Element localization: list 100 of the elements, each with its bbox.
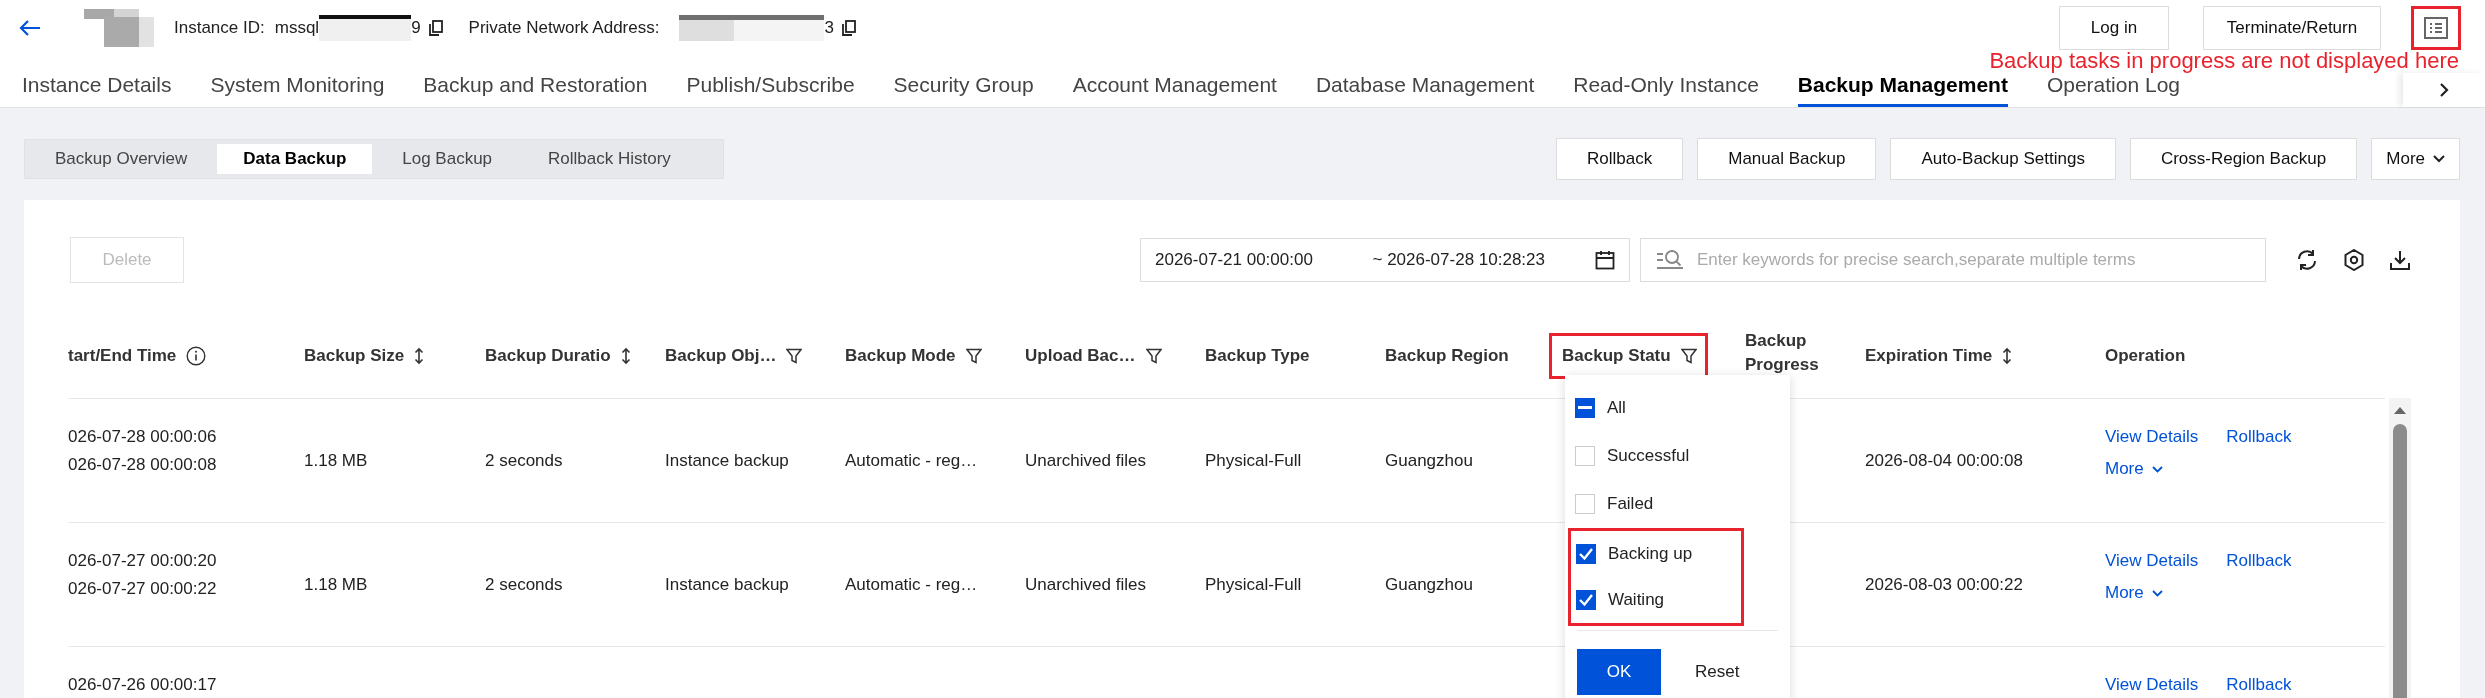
tab[interactable]: Account Management — [1072, 73, 1277, 107]
tab[interactable]: Database Management — [1315, 73, 1535, 107]
chevron-down-icon — [2151, 465, 2163, 473]
table-cell: 1.18 MB — [304, 450, 368, 471]
table-cell: 2 seconds — [485, 450, 563, 471]
filter-icon[interactable] — [1145, 347, 1162, 364]
check-icon — [1578, 547, 1594, 561]
address-label: Private Network Address: — [468, 17, 660, 38]
tab[interactable]: Publish/Subscribe — [686, 73, 855, 107]
option-label[interactable]: Successful — [1607, 446, 1690, 466]
column-header: Upload Bac… — [1025, 345, 1136, 366]
sort-icon[interactable] — [2002, 346, 2013, 365]
checkbox[interactable] — [1575, 398, 1595, 418]
more-link[interactable]: More — [2105, 583, 2163, 603]
column-header: Backup Size — [304, 345, 405, 366]
row-link[interactable]: View Details — [2105, 675, 2199, 695]
filter-icon[interactable] — [1680, 347, 1697, 364]
table-cell: Guangzhou — [1385, 450, 1473, 471]
reset-button[interactable]: Reset — [1689, 661, 1746, 683]
header-button[interactable]: Log in — [2059, 5, 2169, 50]
option-label[interactable]: Backing up — [1608, 544, 1693, 564]
tab[interactable]: Security Group — [893, 73, 1034, 107]
table-cell: 2026-08-04 00:00:08 — [1865, 450, 2023, 471]
row-link[interactable]: View Details — [2105, 427, 2199, 447]
filter-option[interactable]: Failed — [1565, 480, 1790, 528]
option-label[interactable]: Failed — [1607, 494, 1654, 514]
chevron-down-icon — [2433, 155, 2445, 163]
tab[interactable]: Read-Only Instance — [1573, 73, 1759, 107]
checkbox[interactable] — [1576, 544, 1596, 564]
table-cell: Instance backup — [665, 450, 789, 471]
column-header: Backup Type — [1205, 345, 1310, 366]
checkbox[interactable] — [1576, 590, 1596, 610]
column-header: Backup Region — [1385, 345, 1509, 366]
sub-tab[interactable]: Rollback History — [522, 144, 697, 174]
copy-icon[interactable] — [428, 19, 443, 36]
tab[interactable]: Instance Details — [22, 73, 172, 107]
table-cell: 2 seconds — [485, 574, 563, 595]
more-button[interactable]: More — [2371, 138, 2460, 180]
search-field[interactable]: Enter keywords for precise search,separate multiple terms — [1640, 238, 2266, 282]
column-header: Expiration Time — [1865, 345, 1993, 366]
row-link[interactable]: View Details — [2105, 551, 2199, 571]
row-link[interactable]: Rollback — [2226, 427, 2292, 447]
action-button[interactable]: Cross-Region Backup — [2129, 138, 2358, 180]
info-icon[interactable] — [186, 345, 207, 366]
back-arrow-icon[interactable] — [18, 18, 42, 37]
sub-tab[interactable]: Data Backup — [217, 144, 373, 174]
sub-tab[interactable]: Log Backup — [376, 144, 519, 174]
table-cell: Physical-Full — [1205, 450, 1302, 471]
time-text: 026-07-27 00:00:22 — [68, 579, 217, 599]
filter-icon[interactable] — [786, 347, 803, 364]
table-cell: Automatic - reg… — [845, 574, 978, 595]
action-button[interactable]: Rollback — [1556, 138, 1684, 180]
download-icon[interactable] — [2390, 250, 2410, 270]
tab[interactable]: Backup and Restoration — [423, 73, 648, 107]
action-button[interactable]: Auto-Backup Settings — [1890, 138, 2116, 180]
time-text: 026-07-26 00:00:17 — [68, 675, 217, 695]
column-header: Backup Progress — [1745, 329, 1820, 376]
table-cell: Automatic - reg… — [845, 450, 978, 471]
action-button[interactable]: Manual Backup — [1697, 138, 1877, 180]
tab[interactable]: System Monitoring — [210, 73, 385, 107]
row-link[interactable]: Rollback — [2226, 551, 2292, 571]
check-icon — [1578, 593, 1594, 607]
table-cell: Guangzhou — [1385, 574, 1473, 595]
calendar-icon — [1595, 250, 1615, 270]
sort-icon[interactable] — [414, 346, 425, 365]
table-cell: Instance backup — [665, 574, 789, 595]
task-list-button[interactable] — [2411, 5, 2461, 50]
sort-icon[interactable] — [620, 346, 631, 365]
ok-button[interactable]: OK — [1577, 649, 1661, 695]
column-header: Backup Statu — [1562, 345, 1671, 366]
date-range-field[interactable]: 2026-07-21 00:00:00 ~ 2026-07-28 10:28:23 — [1140, 238, 1630, 282]
scrollbar[interactable] — [2389, 398, 2411, 698]
table-cell: 2026-08-03 00:00:22 — [1865, 574, 2023, 595]
column-header: Backup Duratio — [485, 345, 611, 366]
tab[interactable]: Operation Log — [2046, 73, 2180, 107]
option-label[interactable]: Waiting — [1608, 590, 1665, 610]
copy-icon[interactable] — [841, 19, 856, 36]
filter-option[interactable]: Successful — [1565, 432, 1790, 480]
table-cell: Unarchived files — [1025, 450, 1146, 471]
chevron-right-icon — [2439, 82, 2449, 98]
refresh-icon[interactable] — [2296, 249, 2318, 271]
scroll-up-icon[interactable] — [2393, 406, 2407, 415]
header-button[interactable]: Terminate/Return — [2203, 5, 2381, 50]
instance-id-suffix: 9 — [411, 17, 421, 38]
list-icon — [2424, 16, 2448, 39]
annotation-note: Backup tasks in progress are not displayed here — [1989, 50, 2459, 72]
address-suffix: 3 — [824, 17, 834, 38]
settings-icon[interactable] — [2344, 249, 2364, 271]
table-cell: Unarchived files — [1025, 574, 1146, 595]
filter-option[interactable]: All — [1565, 384, 1790, 432]
filter-icon[interactable] — [965, 347, 982, 364]
instance-id-value: mssql — [274, 17, 320, 38]
more-link[interactable]: More — [2105, 459, 2163, 479]
redacted-thumbnail — [84, 8, 154, 47]
instance-id-label: Instance ID: — [174, 17, 265, 38]
sub-tab[interactable]: Backup Overview — [29, 144, 214, 174]
option-label[interactable]: All — [1607, 398, 1626, 418]
time-text: 026-07-28 00:00:06 — [68, 427, 217, 447]
column-header: Backup Obj… — [665, 345, 777, 366]
row-link[interactable]: Rollback — [2226, 675, 2292, 695]
